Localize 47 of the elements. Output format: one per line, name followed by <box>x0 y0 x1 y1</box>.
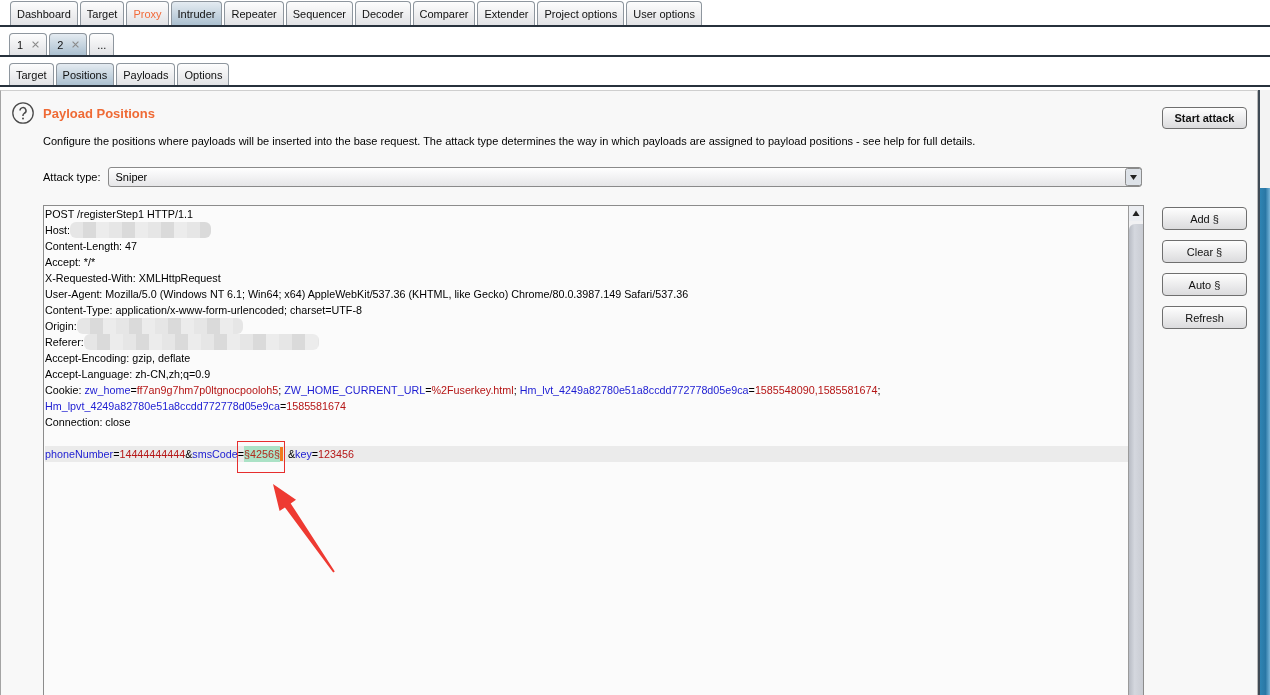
close-icon[interactable] <box>72 41 80 48</box>
tab[interactable]: 2 <box>49 33 88 55</box>
tab[interactable]: Intruder <box>170 1 223 25</box>
text-cursor <box>279 447 283 461</box>
tab[interactable]: Extender <box>477 1 536 25</box>
close-icon[interactable] <box>32 41 40 48</box>
tab[interactable]: Comparer <box>412 1 476 25</box>
action-button[interactable]: Clear § <box>1162 240 1247 263</box>
tab[interactable]: User options <box>626 1 702 25</box>
tab[interactable]: Target <box>79 1 125 25</box>
request-line: Host: <box>45 223 71 238</box>
request-line: Origin: <box>45 319 77 334</box>
request-line: Connection: close <box>45 415 131 430</box>
payload-marker: §4256§ <box>244 446 280 462</box>
tab[interactable]: Sequencer <box>285 1 353 25</box>
field-label: Attack type: <box>43 171 101 183</box>
attack-type-dropdown[interactable]: Sniper <box>108 167 1142 187</box>
tab[interactable]: Payloads <box>116 63 176 85</box>
request-line: Cookie: zw_home=ff7an9g7hm7p0ltgnocpooloh5; ZW_HOME_CURRENT_URL=%2Fuserkey.html; Hm_lvt_4249a82780e51a8ccdd772778d05e9ca=1585548090,1585581674; <box>45 383 881 398</box>
tab[interactable]: Decoder <box>354 1 411 25</box>
request-line: X-Requested-With: XMLHttpRequest <box>45 271 221 286</box>
action-button[interactable]: Refresh <box>1162 306 1247 329</box>
tab[interactable]: Repeater <box>224 1 284 25</box>
request-line: Content-Type: application/x-www-form-urlencoded; charset=UTF-8 <box>45 303 362 318</box>
section-title: Payload Positions <box>43 105 155 121</box>
tab[interactable]: Positions <box>55 63 115 85</box>
help-icon[interactable] <box>12 102 34 124</box>
tab[interactable]: Project options <box>537 1 625 25</box>
request-line: Content-Length: 47 <box>45 239 138 254</box>
request-line: Accept: */* <box>45 255 96 270</box>
tab[interactable]: Options <box>177 63 230 85</box>
action-button[interactable]: Auto § <box>1162 273 1247 296</box>
tab[interactable]: Target <box>9 63 54 85</box>
request-line: Hm_lpvt_4249a82780e51a8ccdd772778d05e9ca=1585581674 <box>45 399 346 414</box>
request-line: Accept-Language: zh-CN,zh;q=0.9 <box>45 367 211 382</box>
action-button[interactable]: Add § <box>1162 207 1247 230</box>
request-line: User-Agent: Mozilla/5.0 (Windows NT 6.1; Win64; x64) AppleWebKit/537.36 (KHTML, like Gecko) Chrome/80.0.3987.149 Safari/537.36 <box>45 287 689 302</box>
request-line: POST /registerStep1 HTTP/1.1 <box>45 207 193 222</box>
tab[interactable]: Dashboard <box>10 1 78 25</box>
section-description: Configure the positions where payloads will be inserted into the base request. The attack type determines the way in which payloads are assigned to payload positions - see help for full details. <box>43 134 977 148</box>
tab[interactable]: ... <box>89 33 115 55</box>
start-attack-button[interactable]: Start attack <box>1162 107 1247 129</box>
request-line: Accept-Encoding: gzip, deflate <box>45 351 191 366</box>
request-line: &key=123456 <box>287 447 354 462</box>
tab[interactable]: 1 <box>9 33 48 55</box>
request-line: Referer: <box>45 335 84 350</box>
caret-icon[interactable] <box>1125 168 1142 186</box>
